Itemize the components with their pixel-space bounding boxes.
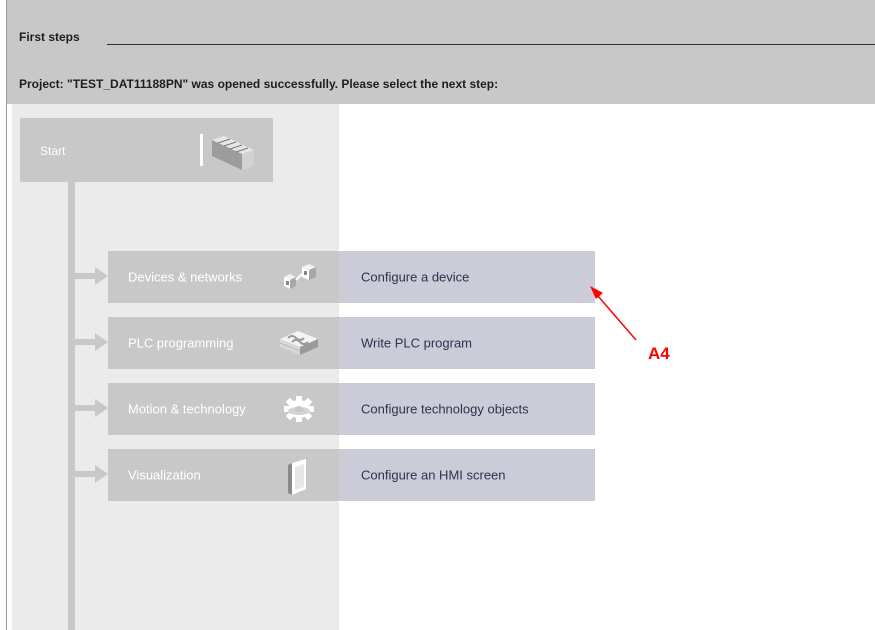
start-button[interactable]: Start	[20, 118, 273, 182]
step-visualization[interactable]: Visualization Configure an HMI screen	[108, 449, 595, 501]
connector-arrow	[75, 465, 108, 483]
step-motion-technology[interactable]: Motion & technology Configure technology…	[108, 383, 595, 435]
step-label: Devices & networks	[128, 269, 243, 285]
step-action-label: Configure an HMI screen	[361, 467, 506, 483]
devices-networks-icon	[276, 259, 322, 300]
flow-connector-line	[68, 182, 75, 630]
configure-device-link[interactable]: Configure a device	[339, 251, 595, 303]
write-plc-program-link[interactable]: Write PLC program	[339, 317, 595, 369]
step-visualization-portal[interactable]: Visualization	[108, 449, 339, 501]
motion-gear-icon	[276, 391, 322, 432]
step-label: PLC programming	[128, 335, 234, 351]
step-label: Visualization	[128, 467, 201, 483]
step-action-label: Configure technology objects	[361, 401, 529, 417]
connector-arrow	[75, 399, 108, 417]
title-rule	[107, 44, 875, 45]
step-action-label: Configure a device	[361, 269, 470, 285]
connector-arrow	[75, 333, 108, 351]
step-plc-programming-portal[interactable]: PLC programming	[108, 317, 339, 369]
connector-arrow	[75, 267, 108, 285]
step-action-label: Write PLC program	[361, 335, 473, 351]
step-plc-programming[interactable]: PLC programming Write PLC program	[108, 317, 595, 369]
configure-technology-objects-link[interactable]: Configure technology objects	[339, 383, 595, 435]
start-label: Start	[40, 144, 66, 158]
first-steps-title: First steps	[19, 30, 80, 44]
step-devices-networks-portal[interactable]: Devices & networks	[108, 251, 339, 303]
plc-programming-icon	[276, 325, 322, 366]
configure-hmi-screen-link[interactable]: Configure an HMI screen	[339, 449, 595, 501]
step-devices-networks[interactable]: Devices & networks Configure a device	[108, 251, 595, 303]
step-label: Motion & technology	[128, 401, 246, 417]
annotation-label: A4	[648, 344, 670, 363]
step-motion-technology-portal[interactable]: Motion & technology	[108, 383, 339, 435]
stairs-icon	[198, 130, 258, 179]
project-status-message: Project: "TEST_DAT11188PN" was opened su…	[19, 77, 499, 91]
hmi-screen-icon	[276, 457, 322, 502]
